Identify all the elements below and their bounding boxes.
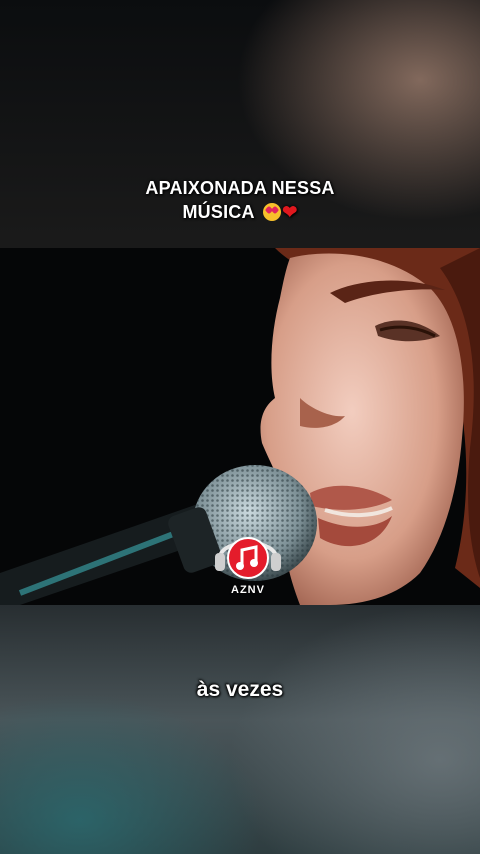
- red-heart-icon: ❤: [282, 202, 298, 222]
- caption-word: MÚSICA: [182, 202, 255, 222]
- video-subtitle: às vezes: [196, 678, 284, 701]
- caption-line-2: MÚSICA ❤: [0, 200, 480, 224]
- caption-line-1: APAIXONADA NESSA: [145, 178, 335, 198]
- channel-logo: AZNV: [212, 526, 284, 600]
- heart-eyes-emoji-icon: [263, 203, 282, 221]
- video-caption: APAIXONADA NESSA MÚSICA ❤: [0, 176, 480, 224]
- logo-text: AZNV: [231, 584, 265, 596]
- music-note-headphones-logo-icon: [215, 537, 281, 579]
